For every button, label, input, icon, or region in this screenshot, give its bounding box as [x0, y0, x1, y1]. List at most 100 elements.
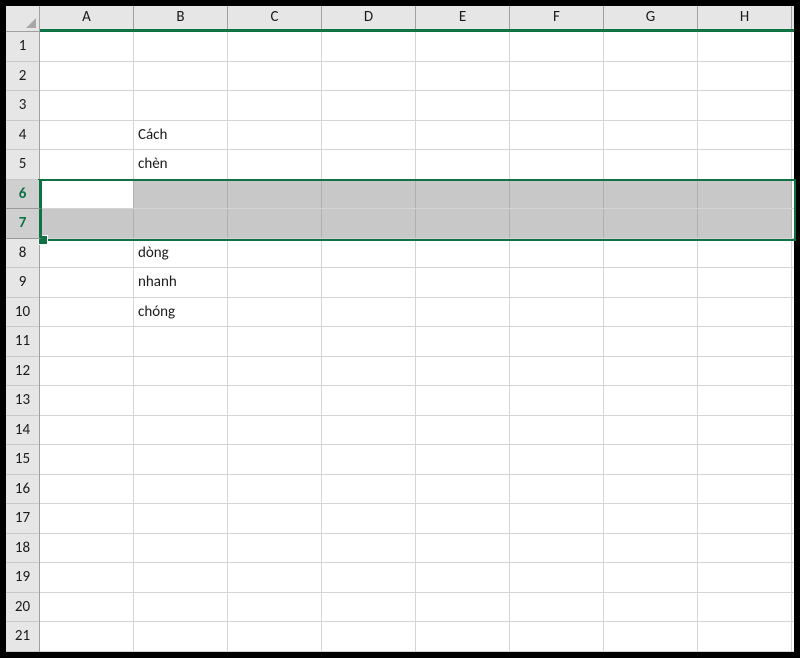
cell-H6[interactable] [698, 180, 792, 209]
row-header-5[interactable]: 5 [6, 150, 39, 180]
row-header-21[interactable]: 21 [6, 622, 39, 652]
cell-H12[interactable] [698, 357, 792, 386]
row-header-12[interactable]: 12 [6, 357, 39, 387]
cell-E13[interactable] [416, 386, 510, 415]
cell-H10[interactable] [698, 298, 792, 327]
cell-C3[interactable] [228, 91, 322, 120]
cell-D14[interactable] [322, 416, 416, 445]
cell-C16[interactable] [228, 475, 322, 504]
cell-F18[interactable] [510, 534, 604, 563]
col-header-E[interactable]: E [416, 6, 510, 29]
cell-D12[interactable] [322, 357, 416, 386]
cell-C6[interactable] [228, 180, 322, 209]
cell-A15[interactable] [40, 445, 134, 474]
cell-A21[interactable] [40, 622, 134, 651]
cell-G2[interactable] [604, 62, 698, 91]
cell-C12[interactable] [228, 357, 322, 386]
cell-D13[interactable] [322, 386, 416, 415]
cell-F21[interactable] [510, 622, 604, 651]
cell-C19[interactable] [228, 563, 322, 592]
cell-E3[interactable] [416, 91, 510, 120]
cell-C13[interactable] [228, 386, 322, 415]
cell-G8[interactable] [604, 239, 698, 268]
cell-E2[interactable] [416, 62, 510, 91]
cell-A18[interactable] [40, 534, 134, 563]
cell-H18[interactable] [698, 534, 792, 563]
cell-B7[interactable] [134, 209, 228, 238]
cell-F4[interactable] [510, 121, 604, 150]
cell-A14[interactable] [40, 416, 134, 445]
cell-G15[interactable] [604, 445, 698, 474]
cell-C8[interactable] [228, 239, 322, 268]
cell-C15[interactable] [228, 445, 322, 474]
cell-F19[interactable] [510, 563, 604, 592]
cell-D5[interactable] [322, 150, 416, 179]
cell-B19[interactable] [134, 563, 228, 592]
cell-G5[interactable] [604, 150, 698, 179]
cell-C9[interactable] [228, 268, 322, 297]
cell-D10[interactable] [322, 298, 416, 327]
cell-F9[interactable] [510, 268, 604, 297]
cell-H5[interactable] [698, 150, 792, 179]
cell-C7[interactable] [228, 209, 322, 238]
cell-B4[interactable]: Cách [134, 121, 228, 150]
cell-A11[interactable] [40, 327, 134, 356]
cell-D18[interactable] [322, 534, 416, 563]
cell-D11[interactable] [322, 327, 416, 356]
row-header-18[interactable]: 18 [6, 534, 39, 564]
row-header-3[interactable]: 3 [6, 91, 39, 121]
cell-F20[interactable] [510, 593, 604, 622]
row-header-17[interactable]: 17 [6, 504, 39, 534]
cell-A8[interactable] [40, 239, 134, 268]
cell-F10[interactable] [510, 298, 604, 327]
col-header-H[interactable]: H [698, 6, 792, 29]
cell-G7[interactable] [604, 209, 698, 238]
cell-D1[interactable] [322, 32, 416, 61]
cell-E12[interactable] [416, 357, 510, 386]
cell-B5[interactable]: chèn [134, 150, 228, 179]
cell-F17[interactable] [510, 504, 604, 533]
cell-C21[interactable] [228, 622, 322, 651]
col-header-C[interactable]: C [228, 6, 322, 29]
row-header-4[interactable]: 4 [6, 121, 39, 151]
cell-B16[interactable] [134, 475, 228, 504]
cell-H9[interactable] [698, 268, 792, 297]
cell-H16[interactable] [698, 475, 792, 504]
cell-D15[interactable] [322, 445, 416, 474]
cell-F2[interactable] [510, 62, 604, 91]
row-header-7[interactable]: 7 [6, 209, 42, 239]
cell-E17[interactable] [416, 504, 510, 533]
cell-B11[interactable] [134, 327, 228, 356]
cell-G9[interactable] [604, 268, 698, 297]
cell-B8[interactable]: dòng [134, 239, 228, 268]
cell-E10[interactable] [416, 298, 510, 327]
cell-B2[interactable] [134, 62, 228, 91]
cell-G1[interactable] [604, 32, 698, 61]
cell-G11[interactable] [604, 327, 698, 356]
cell-F16[interactable] [510, 475, 604, 504]
cell-E8[interactable] [416, 239, 510, 268]
cell-A4[interactable] [40, 121, 134, 150]
cell-D19[interactable] [322, 563, 416, 592]
cell-H14[interactable] [698, 416, 792, 445]
cell-G3[interactable] [604, 91, 698, 120]
select-all-corner[interactable] [6, 6, 40, 32]
cell-E15[interactable] [416, 445, 510, 474]
cell-H3[interactable] [698, 91, 792, 120]
cell-D9[interactable] [322, 268, 416, 297]
cell-F15[interactable] [510, 445, 604, 474]
cell-E4[interactable] [416, 121, 510, 150]
cell-C4[interactable] [228, 121, 322, 150]
cell-B3[interactable] [134, 91, 228, 120]
cell-A12[interactable] [40, 357, 134, 386]
cell-B9[interactable]: nhanh [134, 268, 228, 297]
cell-A7[interactable] [40, 209, 134, 238]
cell-B1[interactable] [134, 32, 228, 61]
cell-H13[interactable] [698, 386, 792, 415]
cell-F3[interactable] [510, 91, 604, 120]
cell-F5[interactable] [510, 150, 604, 179]
cell-H15[interactable] [698, 445, 792, 474]
cell-D8[interactable] [322, 239, 416, 268]
cell-B20[interactable] [134, 593, 228, 622]
cell-G12[interactable] [604, 357, 698, 386]
